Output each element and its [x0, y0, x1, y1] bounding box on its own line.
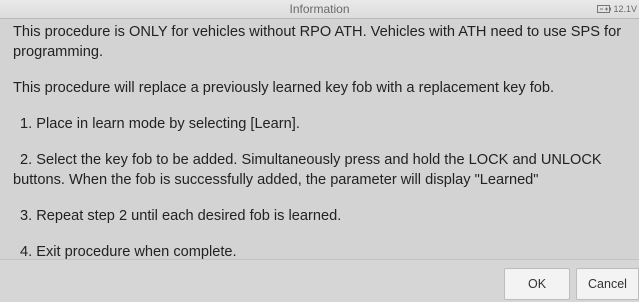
step-item: 2. Select the key fob to be added. Simul…: [13, 152, 602, 188]
dialog-footer: OK Cancel: [0, 259, 639, 302]
voltage-readout: 12.1V: [613, 4, 637, 14]
dialog-title-bar: Information 12.1V: [0, 0, 639, 19]
step-item: 4. Exit procedure when complete.: [20, 244, 237, 259]
step-item: 1. Place in learn mode by selecting [Lea…: [20, 116, 300, 132]
step-item: 3. Repeat step 2 until each desired fob …: [20, 208, 342, 224]
dialog-title: Information: [289, 2, 350, 16]
message-body[interactable]: This procedure is ONLY for vehicles with…: [0, 19, 639, 259]
message-paragraph: This procedure will replace a previously…: [13, 80, 555, 96]
cancel-button[interactable]: Cancel: [576, 268, 639, 300]
ok-button[interactable]: OK: [504, 268, 570, 300]
battery-status: 12.1V: [597, 3, 637, 15]
message-paragraph: This procedure is ONLY for vehicles with…: [13, 24, 622, 60]
battery-icon: [597, 5, 612, 13]
